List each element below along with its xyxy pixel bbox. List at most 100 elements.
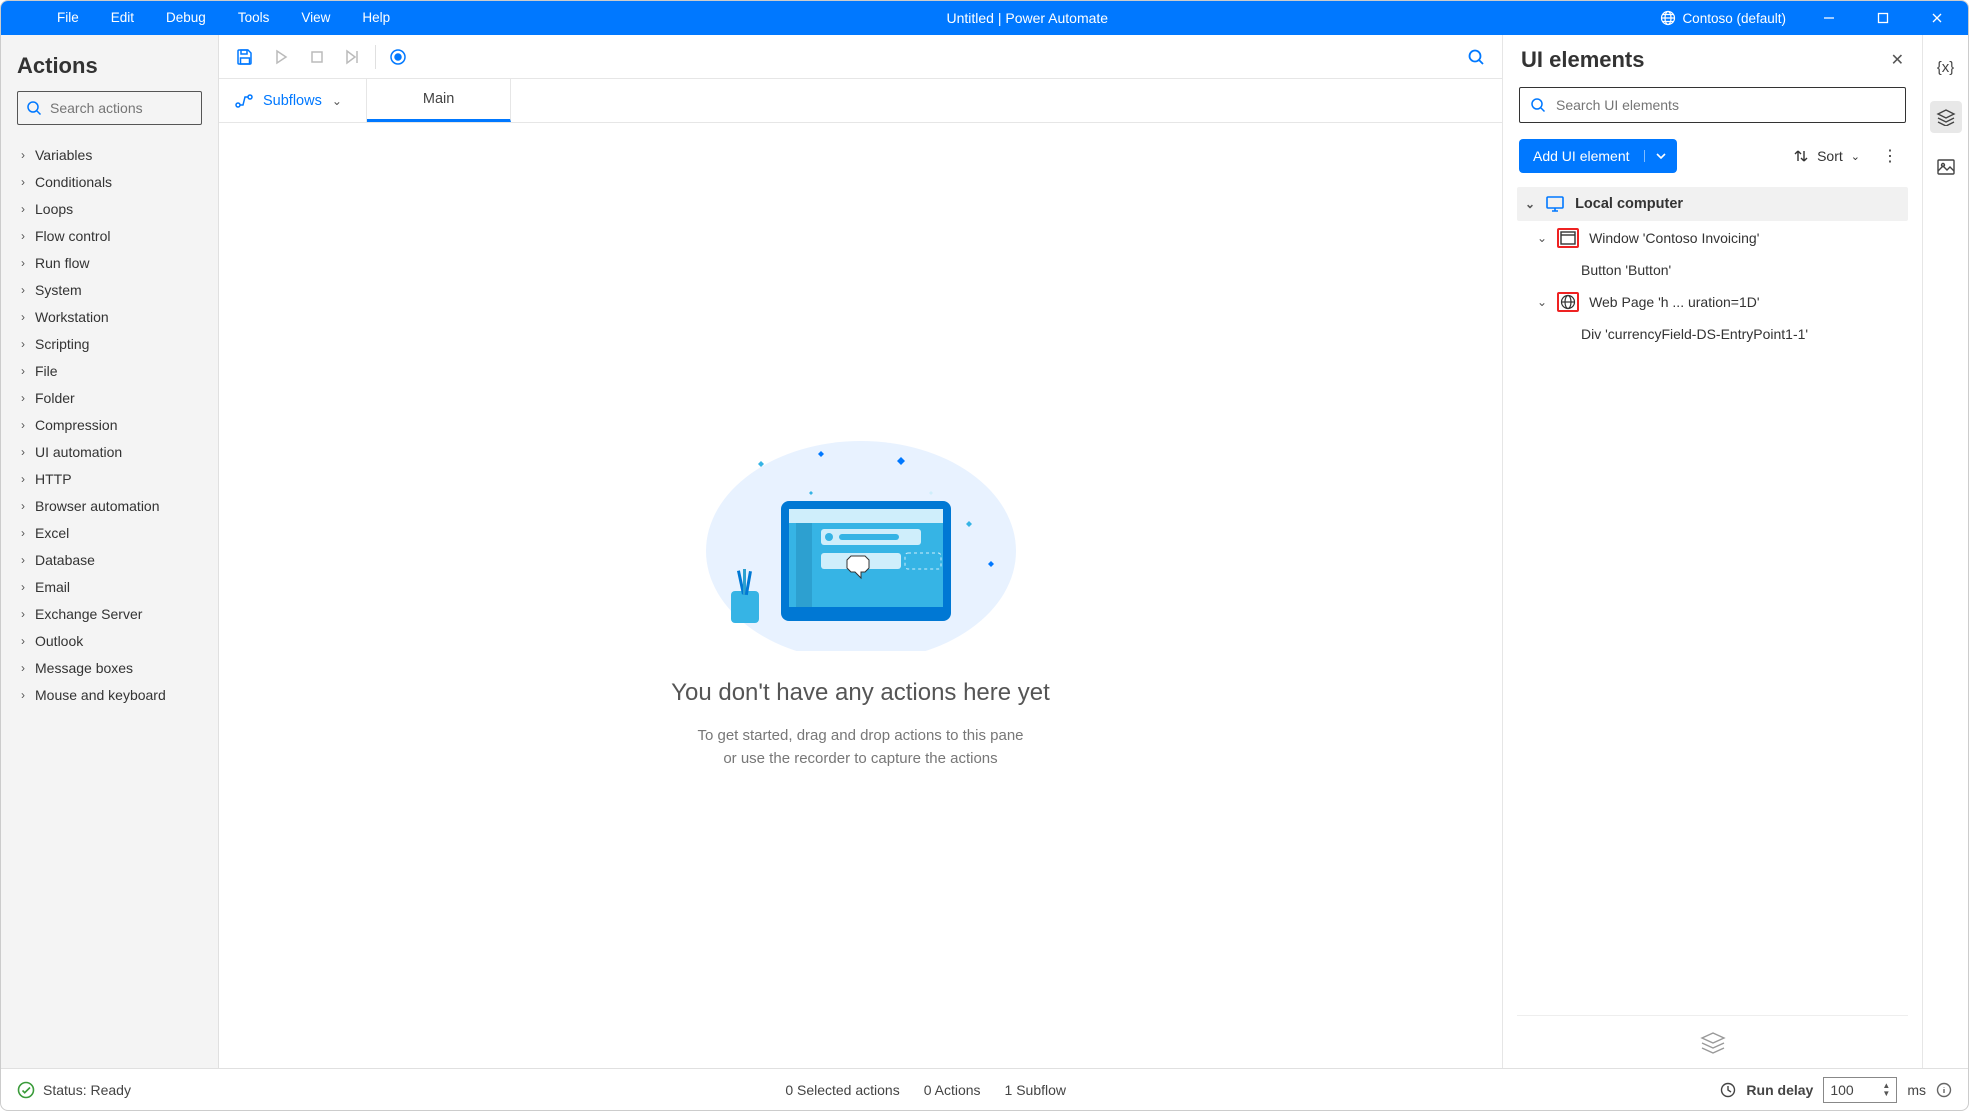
menu-edit[interactable]: Edit xyxy=(95,1,150,35)
actions-search-input[interactable] xyxy=(50,100,231,116)
minimize-button[interactable] xyxy=(1806,1,1852,35)
menu-view[interactable]: View xyxy=(285,1,346,35)
menu-help[interactable]: Help xyxy=(346,1,406,35)
category-variables[interactable]: ›Variables xyxy=(1,141,218,168)
image-icon xyxy=(1937,159,1955,175)
more-options-button[interactable]: ⋮ xyxy=(1874,146,1906,166)
panel-title: UI elements xyxy=(1521,47,1645,73)
search-icon xyxy=(26,100,42,116)
actions-search[interactable] xyxy=(17,91,202,125)
chevron-right-icon: › xyxy=(21,364,25,378)
run-delay-label: Run delay xyxy=(1746,1082,1813,1098)
category-label: HTTP xyxy=(35,471,72,487)
ui-elements-search[interactable] xyxy=(1519,87,1906,123)
category-folder[interactable]: ›Folder xyxy=(1,384,218,411)
search-flow-button[interactable] xyxy=(1458,39,1494,75)
category-excel[interactable]: ›Excel xyxy=(1,519,218,546)
category-exchange-server[interactable]: › Exchange Server xyxy=(1,600,218,627)
category-workstation[interactable]: › Workstation xyxy=(1,303,218,330)
category-label: Flow control xyxy=(35,228,110,244)
sort-button[interactable]: Sort ⌄ xyxy=(1793,148,1860,164)
category-browser-automation[interactable]: ›Browser automation xyxy=(1,492,218,519)
category-email[interactable]: › Email xyxy=(1,573,218,600)
recorder-button[interactable] xyxy=(380,39,416,75)
category-conditionals[interactable]: ›Conditionals xyxy=(1,168,218,195)
add-ui-element-button[interactable]: Add UI element xyxy=(1519,139,1677,173)
category-label: Loops xyxy=(35,201,73,217)
close-button[interactable] xyxy=(1914,1,1960,35)
status-bar: Status: Ready 0 Selected actions 0 Actio… xyxy=(1,1068,1968,1110)
category-label: Outlook xyxy=(35,633,83,649)
tree-leaf-button[interactable]: Button 'Button' xyxy=(1517,255,1908,285)
save-button[interactable] xyxy=(227,39,263,75)
ui-elements-search-input[interactable] xyxy=(1556,97,1895,113)
chevron-down-icon: ⌄ xyxy=(1537,295,1547,309)
subflows-label: Subflows xyxy=(263,93,322,109)
subflows-dropdown[interactable]: Subflows ⌄ xyxy=(219,79,367,122)
globe-icon xyxy=(1557,292,1579,312)
tabs-row: Subflows ⌄ Main xyxy=(219,79,1502,123)
category-ui-automation[interactable]: ›UI automation xyxy=(1,438,218,465)
category-label: Email xyxy=(35,579,70,595)
chevron-down-icon: ⌄ xyxy=(1851,150,1860,163)
chevron-right-icon: › xyxy=(21,337,25,351)
run-button[interactable] xyxy=(263,39,299,75)
category-label: Exchange Server xyxy=(35,606,142,622)
titlebar: File Edit Debug Tools View Help Untitled… xyxy=(1,1,1968,35)
category-system[interactable]: ›System xyxy=(1,276,218,303)
category-scripting[interactable]: ›Scripting xyxy=(1,330,218,357)
menu-file[interactable]: File xyxy=(41,1,95,35)
chevron-right-icon: › xyxy=(21,418,25,432)
variables-rail-button[interactable]: {x} xyxy=(1930,51,1962,83)
tree-node-window[interactable]: ⌄ Window 'Contoso Invoicing' xyxy=(1517,221,1908,255)
info-icon[interactable] xyxy=(1936,1082,1952,1098)
spinner-arrows[interactable]: ▲▼ xyxy=(1882,1082,1890,1098)
category-file[interactable]: ›File xyxy=(1,357,218,384)
category-http[interactable]: ›HTTP xyxy=(1,465,218,492)
images-rail-button[interactable] xyxy=(1930,151,1962,183)
chevron-down-icon: ⌄ xyxy=(332,94,342,108)
step-button[interactable] xyxy=(335,39,371,75)
chevron-right-icon: › xyxy=(21,607,25,621)
chevron-right-icon: › xyxy=(21,445,25,459)
chevron-right-icon: › xyxy=(21,310,25,324)
category-loops[interactable]: ›Loops xyxy=(1,195,218,222)
tree-node-webpage[interactable]: ⌄ Web Page 'h ... uration=1D' xyxy=(1517,285,1908,319)
toolbar xyxy=(219,35,1502,79)
close-panel-button[interactable]: ✕ xyxy=(1891,50,1904,70)
designer-canvas[interactable]: You don't have any actions here yet To g… xyxy=(219,123,1502,1068)
category-message-boxes[interactable]: ›Message boxes xyxy=(1,654,218,681)
run-delay-input[interactable]: 100 ▲▼ xyxy=(1823,1077,1897,1103)
stop-button[interactable] xyxy=(299,39,335,75)
menu-debug[interactable]: Debug xyxy=(150,1,222,35)
chevron-down-icon: ⌄ xyxy=(1525,197,1535,211)
tree-root-local-computer[interactable]: ⌄ Local computer xyxy=(1517,187,1908,221)
actions-title: Actions xyxy=(1,49,218,91)
tree-root-label: Local computer xyxy=(1575,196,1683,212)
category-database[interactable]: ›Database xyxy=(1,546,218,573)
environment-picker[interactable]: Contoso (default) xyxy=(1648,10,1798,26)
ui-elements-rail-button[interactable] xyxy=(1930,101,1962,133)
menu-tools[interactable]: Tools xyxy=(222,1,286,35)
panel-footer-icon xyxy=(1517,1015,1908,1058)
actions-sidebar: Actions ›Variables ›Conditionals ›Loops … xyxy=(1,35,219,1068)
category-label: Excel xyxy=(35,525,69,541)
chevron-right-icon: › xyxy=(21,580,25,594)
clock-icon xyxy=(1720,1082,1736,1098)
tab-main[interactable]: Main xyxy=(367,79,511,122)
category-mouse-keyboard[interactable]: ›Mouse and keyboard xyxy=(1,681,218,708)
category-flow-control[interactable]: ›Flow control xyxy=(1,222,218,249)
subflows-count: 1 Subflow xyxy=(1005,1082,1066,1098)
add-button-chevron[interactable] xyxy=(1644,150,1677,162)
chevron-right-icon: › xyxy=(21,175,25,189)
run-delay-value: 100 xyxy=(1830,1082,1853,1098)
maximize-button[interactable] xyxy=(1860,1,1906,35)
category-outlook[interactable]: ›Outlook xyxy=(1,627,218,654)
category-label: Compression xyxy=(35,417,117,433)
tree-leaf-div[interactable]: Div 'currencyField-DS-EntryPoint1-1' xyxy=(1517,319,1908,349)
category-run-flow[interactable]: ›Run flow xyxy=(1,249,218,276)
status-right: Run delay 100 ▲▼ ms xyxy=(1720,1077,1952,1103)
category-compression[interactable]: › Compression xyxy=(1,411,218,438)
category-label: Workstation xyxy=(35,309,109,325)
category-label: Variables xyxy=(35,147,92,163)
